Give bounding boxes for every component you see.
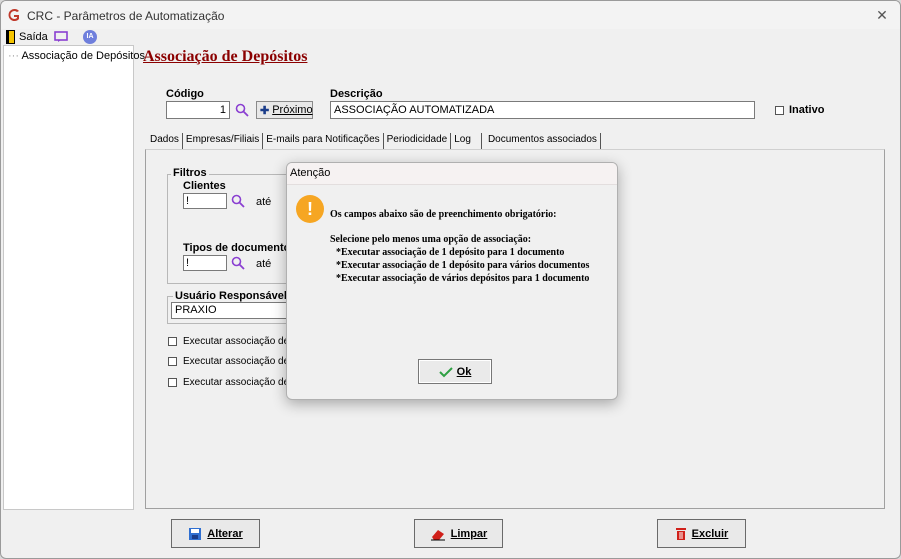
inativo-checkbox[interactable] [775,106,784,115]
excluir-button[interactable]: Excluir [657,519,746,548]
chat-button[interactable] [54,29,68,45]
app-logo-icon [8,9,19,22]
dialog-title: Atenção [287,163,617,185]
assoc-option-1[interactable]: Executar associação de [168,336,289,347]
sidebar-tree: ··· Associação de Depósitos [3,45,145,510]
descricao-label: Descrição [330,88,383,100]
usuario-label: Usuário Responsável [173,290,289,302]
action-bar: Alterar Limpar Excluir [1,511,900,558]
page-title: Associação de Depósitos [143,48,308,65]
ok-button[interactable]: Ok [418,359,492,384]
tree-item-associacao[interactable]: ··· Associação de Depósitos [8,50,145,62]
tab-periodicidade[interactable]: Periodicidade [384,133,452,149]
tree-item-label: Associação de Depósitos [21,50,145,62]
dialog-line-3: *Executar associação de 1 depósito para … [336,247,565,258]
monitor-chat-icon [54,31,68,42]
save-disk-icon [189,527,202,540]
ia-icon: IA [83,30,97,44]
tab-strip: Dados Empresas/Filiais E-mails para Noti… [147,133,601,149]
toolbar: Saída IA [1,29,900,45]
trash-icon [675,527,686,540]
tree-connector: ··· [8,50,19,62]
ok-label: Ok [456,365,472,378]
assoc-option-3[interactable]: Executar associação de v [168,377,297,388]
dialog-line-1: Os campos abaixo são de preenchimento ob… [330,209,557,220]
main-window: CRC - Parâmetros de Automatização ✕ Saíd… [0,0,901,559]
alterar-label: Alterar [207,527,243,540]
tab-empresas[interactable]: Empresas/Filiais [183,133,264,149]
exit-label: Saída [19,31,48,43]
assoc-option-2[interactable]: Executar associação de [168,356,289,367]
ate-label-1: até [256,196,272,208]
clientes-label: Clientes [183,180,226,192]
limpar-label: Limpar [450,527,488,540]
limpar-button[interactable]: Limpar [414,519,503,548]
attention-dialog: Atenção ! Os campos abaixo são de preenc… [286,162,618,400]
search-codigo-icon[interactable] [235,103,249,117]
assoc-option-1-checkbox[interactable] [168,337,177,346]
proximo-button[interactable]: ✚ Próximo [256,101,313,119]
usuario-field[interactable]: PRAXIO [171,302,293,319]
window-title: CRC - Parâmetros de Automatização [27,9,225,23]
inativo-label: Inativo [789,104,825,116]
filtros-label: Filtros [171,167,209,179]
proximo-label: Próximo [272,104,313,116]
codigo-label: Código [166,88,204,100]
plus-icon: ✚ [260,104,270,117]
ate-label-2: até [256,258,272,270]
assoc-option-1-label: Executar associação de [183,336,290,347]
descricao-field[interactable]: ASSOCIAÇÃO AUTOMATIZADA [330,101,755,119]
tab-documentos[interactable]: Documentos associados [482,133,601,149]
close-button[interactable]: ✕ [872,6,892,24]
tab-dados[interactable]: Dados [147,133,183,149]
excluir-label: Excluir [691,527,729,540]
assoc-option-2-checkbox[interactable] [168,357,177,366]
dialog-line-2: Selecione pelo menos uma opção de associ… [330,234,532,245]
checkmark-icon [438,366,453,377]
tipos-label: Tipos de documentos [183,242,297,254]
search-clientes-icon[interactable] [231,194,245,208]
assoc-option-3-checkbox[interactable] [168,378,177,387]
title-bar: CRC - Parâmetros de Automatização ✕ [1,1,900,29]
eraser-icon [430,529,445,540]
alterar-button[interactable]: Alterar [171,519,260,548]
assoc-option-3-label: Executar associação de v [183,377,297,388]
warning-icon: ! [296,195,324,223]
assoc-option-2-label: Executar associação de [183,356,290,367]
search-tipos-icon[interactable] [231,256,245,270]
tipos-from-field[interactable]: ! [183,255,227,271]
codigo-field[interactable]: 1 [166,101,230,119]
tab-log[interactable]: Log [451,133,482,149]
tab-emails[interactable]: E-mails para Notificações [263,133,384,149]
dialog-line-5: *Executar associação de vários depósitos… [336,273,590,284]
clientes-from-field[interactable]: ! [183,193,227,209]
dialog-line-4: *Executar associação de 1 depósito para … [336,260,590,271]
ia-button[interactable]: IA [83,29,97,45]
exit-button[interactable]: Saída [6,29,48,45]
exit-door-icon [6,30,15,44]
